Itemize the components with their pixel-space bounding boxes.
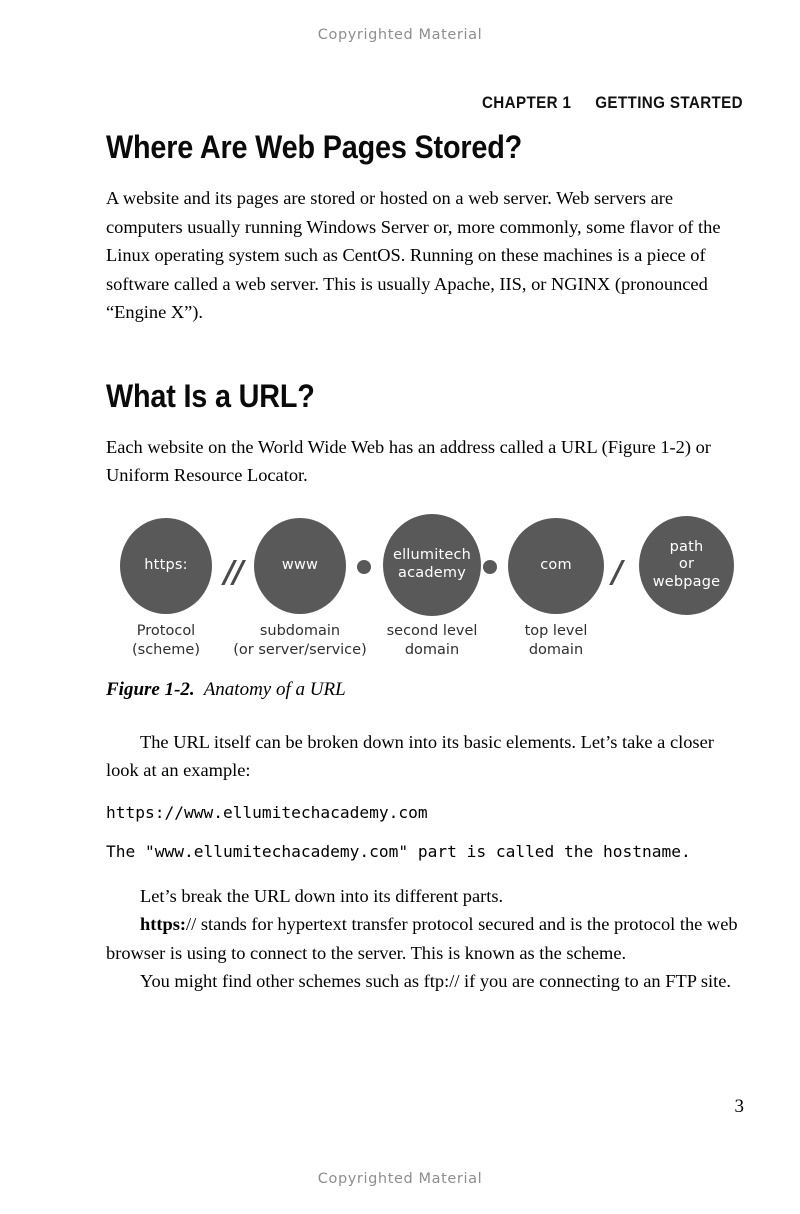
diagram-separator-slash: / — [612, 554, 623, 590]
diagram-node-path-line1: path — [669, 538, 704, 555]
code-url-example: https://www.ellumitechacademy.com — [106, 802, 428, 822]
diagram-label-protocol: Protocol (scheme) — [106, 622, 226, 660]
code-hostname-explanation: The "www.ellumitechacademy.com" part is … — [106, 841, 691, 861]
paragraph-https-scheme: https:// stands for hypertext transfer p… — [106, 910, 744, 967]
diagram-node-path: path or webpage — [639, 515, 734, 615]
figure-caption: Figure 1-2. Anatomy of a URL — [106, 678, 744, 702]
page-content: Where Are Web Pages Stored? A website an… — [106, 128, 744, 996]
heading-what-is-a-url: What Is a URL? — [106, 377, 315, 414]
diagram-node-top-level-domain-text: com — [540, 556, 572, 573]
diagram-label-second-level-domain: second level domain — [372, 622, 492, 660]
diagram-separator-dot-1 — [357, 559, 371, 574]
diagram-label-subdomain: subdomain (or server/service) — [230, 622, 370, 660]
diagram-node-second-level-domain: ellumitech academy — [383, 513, 481, 616]
figure-caption-label: Figure 1-2. — [106, 678, 195, 700]
figure-anatomy-of-a-url: https: Protocol (scheme) // www subdomai… — [106, 512, 744, 664]
copyright-watermark-bottom: Copyrighted Material — [317, 1171, 483, 1187]
diagram-node-protocol: https: — [120, 517, 212, 614]
diagram-label-tld-line1: top level — [524, 622, 588, 639]
page-number: 3 — [734, 1096, 745, 1117]
paragraph-https-scheme-rest: // stands for hypertext transfer protoco… — [106, 914, 738, 963]
diagram-label-top-level-domain: top level domain — [496, 622, 616, 660]
diagram-separator-dot-2 — [483, 559, 497, 574]
heading-where-are-web-pages-stored: Where Are Web Pages Stored? — [106, 129, 523, 165]
diagram-node-top-level-domain: com — [508, 517, 604, 614]
running-head-chapter: CHAPTER 1 — [481, 94, 572, 112]
diagram-node-subdomain: www — [254, 517, 346, 614]
diagram-node-sld-line2: academy — [398, 564, 466, 581]
diagram-node-path-line2: or — [678, 556, 695, 573]
diagram-label-sld-line1: second level — [386, 622, 478, 639]
running-head-title: GETTING STARTED — [595, 94, 743, 112]
diagram-label-tld-line2: domain — [528, 641, 584, 658]
diagram-node-sld-line1: ellumitech — [392, 547, 472, 563]
running-head: CHAPTER 1 GETTING STARTED — [157, 94, 743, 113]
diagram-label-subdomain-line1: subdomain — [259, 622, 341, 639]
diagram-label-protocol-line1: Protocol — [136, 622, 196, 639]
diagram-node-subdomain-text: www — [281, 556, 319, 573]
paragraph-break-url-down: Let’s break the URL down into its differ… — [140, 885, 504, 906]
diagram-label-protocol-line2: (scheme) — [132, 641, 200, 658]
diagram-separator-double-slash: // — [224, 554, 244, 590]
figure-caption-title: Anatomy of a URL — [203, 678, 346, 700]
diagram-label-sld-line2: domain — [404, 641, 460, 658]
diagram-node-protocol-text: https: — [144, 556, 188, 573]
diagram-node-path-line3: webpage — [652, 573, 721, 590]
copyright-watermark-top: Copyrighted Material — [317, 27, 483, 43]
paragraph-url-address: Each website on the World Wide Web has a… — [106, 436, 711, 486]
diagram-label-subdomain-line2: (or server/service) — [233, 641, 367, 658]
diagram-node-path-text: path or webpage — [653, 539, 721, 592]
book-page: Copyrighted Material CHAPTER 1 GETTING ST… — [0, 0, 800, 1214]
paragraph-other-schemes: You might find other schemes such as ftp… — [140, 971, 731, 991]
diagram-node-second-level-domain-text: ellumitech academy — [393, 547, 471, 582]
paragraph-web-servers: A website and its pages are stored or ho… — [106, 188, 721, 322]
paragraph-url-elements: The URL itself can be broken down into i… — [106, 731, 714, 781]
paragraph-https-scheme-bold: https: — [140, 914, 186, 934]
